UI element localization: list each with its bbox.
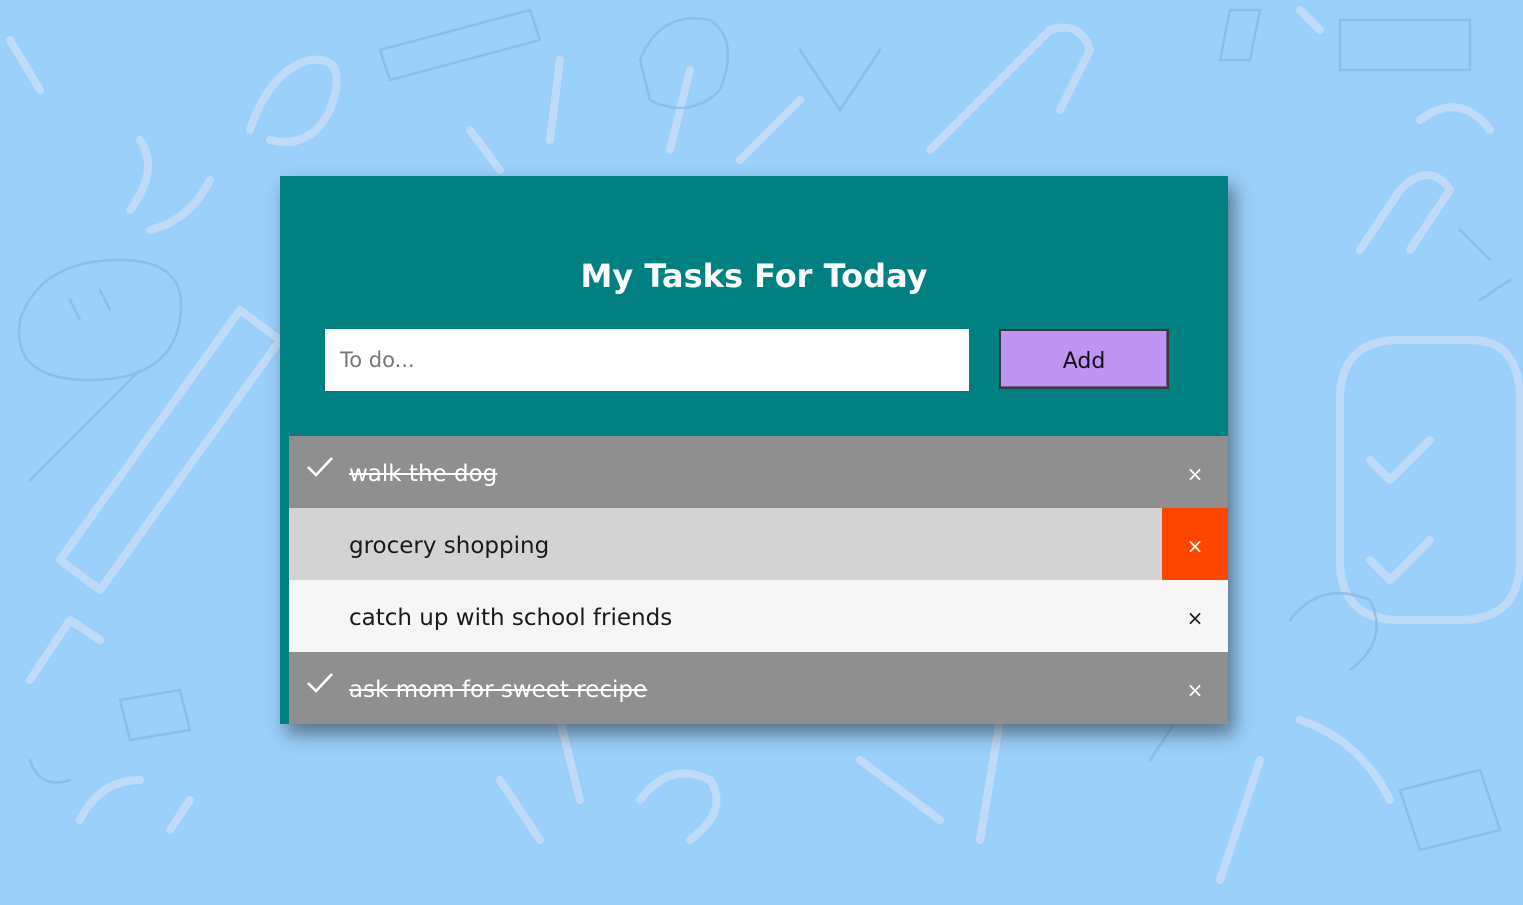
task-item-ask-mom-for-sweet-recipe[interactable]: ask mom for sweet recipe × bbox=[289, 652, 1228, 724]
task-item-grocery-shopping[interactable]: grocery shopping × bbox=[289, 508, 1228, 580]
task-label: grocery shopping bbox=[349, 533, 550, 559]
app-title: My Tasks For Today bbox=[580, 257, 928, 295]
task-label: ask mom for sweet recipe bbox=[349, 677, 648, 703]
checkmark-icon bbox=[307, 457, 333, 477]
task-list: walk the dog × grocery shopping × catch … bbox=[289, 436, 1228, 724]
task-label: walk the dog bbox=[349, 461, 498, 487]
delete-task-button[interactable]: × bbox=[1162, 580, 1228, 652]
delete-task-button[interactable]: × bbox=[1162, 508, 1228, 580]
delete-task-button[interactable]: × bbox=[1162, 652, 1228, 724]
task-item-walk-the-dog[interactable]: walk the dog × bbox=[289, 436, 1228, 508]
checkmark-icon bbox=[307, 673, 333, 693]
todo-app-card: My Tasks For Today Add walk the dog × gr… bbox=[280, 176, 1228, 724]
add-button[interactable]: Add bbox=[999, 329, 1169, 389]
task-item-catch-up-with-school-friends[interactable]: catch up with school friends × bbox=[289, 580, 1228, 652]
todo-input[interactable] bbox=[325, 329, 969, 391]
task-label: catch up with school friends bbox=[349, 605, 673, 631]
delete-task-button[interactable]: × bbox=[1162, 436, 1228, 508]
